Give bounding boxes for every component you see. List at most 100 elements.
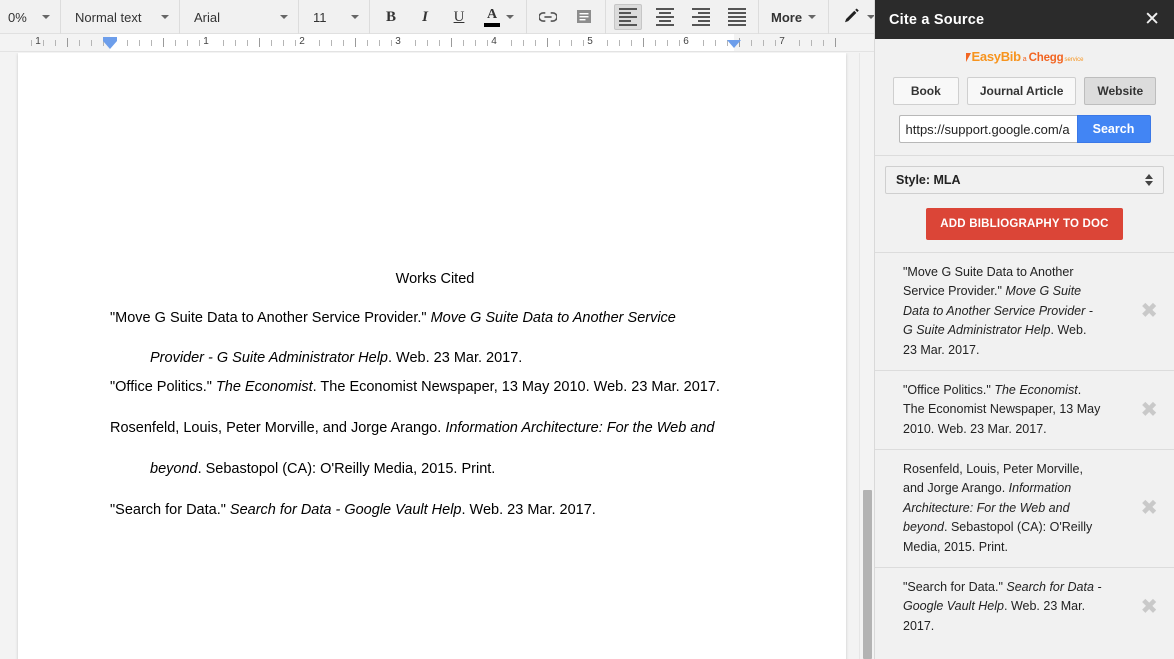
link-icon (539, 10, 557, 24)
ruler-tick (559, 40, 560, 46)
ruler-tick (703, 40, 704, 46)
document-heading: Works Cited (110, 271, 760, 288)
works-cited-entry-1: "Move G Suite Data to Another Service Pr… (110, 310, 760, 367)
entry-3-text-plain-1: Rosenfeld, Louis, Peter Morville, and Jo… (110, 420, 445, 436)
remove-citation-icon[interactable]: ✖ (1140, 498, 1158, 519)
citation-list-item[interactable]: Rosenfeld, Louis, Peter Morville, and Jo… (875, 449, 1174, 567)
insert-comment-button[interactable] (571, 4, 597, 30)
remove-citation-icon[interactable]: ✖ (1140, 399, 1158, 420)
ruler-tick (775, 40, 776, 46)
right-indent-marker[interactable] (727, 40, 741, 48)
text-color-letter: A (487, 8, 497, 22)
citation-text: "Move G Suite Data to Another Service Pr… (903, 263, 1103, 360)
ruler-tick (451, 38, 452, 47)
first-line-indent-marker[interactable] (103, 37, 117, 41)
align-right-button[interactable] (688, 4, 714, 30)
editor-vertical-scrollbar[interactable] (859, 53, 874, 659)
citation-list-item[interactable]: "Search for Data." Search for Data - Goo… (875, 567, 1174, 646)
bold-button[interactable]: B (378, 4, 404, 30)
entry-1-text-plain-1: "Move G Suite Data to Another Service Pr… (110, 310, 431, 326)
text-color-button[interactable]: A (480, 4, 518, 30)
ruler-tick (799, 40, 800, 46)
align-center-button[interactable] (652, 4, 678, 30)
ruler-tick (655, 40, 656, 46)
document-content[interactable]: Works Cited "Move G Suite Data to Anothe… (110, 271, 760, 531)
citation-list-item[interactable]: "Move G Suite Data to Another Service Pr… (875, 252, 1174, 370)
add-bibliography-to-doc-button[interactable]: ADD BIBLIOGRAPHY TO DOC (926, 208, 1122, 240)
font-size-dropdown[interactable]: 11 (303, 4, 365, 30)
ruler-tick (823, 40, 824, 46)
ruler-number: 5 (587, 36, 593, 47)
ruler-tick (679, 40, 680, 46)
underline-button[interactable]: U (446, 4, 472, 30)
ruler-tick (355, 38, 356, 47)
toolbar-group-paragraph-style: Normal text (61, 0, 180, 34)
ruler-number: 3 (395, 36, 401, 47)
close-icon[interactable]: ✕ (1144, 10, 1160, 29)
ruler-tick (535, 40, 536, 46)
ruler-tick (583, 40, 584, 46)
align-left-button[interactable] (614, 4, 642, 30)
more-options-button[interactable]: More (771, 4, 816, 30)
works-cited-entry-2: "Office Politics." The Economist. The Ec… (110, 379, 760, 396)
ruler-tick (439, 40, 440, 46)
editor-toolbar: 0% Normal text Arial 11 (0, 0, 874, 34)
font-family-dropdown[interactable]: Arial (184, 4, 294, 30)
document-editor: 0% Normal text Arial 11 (0, 0, 874, 659)
easybib-logo: EasyBibaCheggservice (875, 39, 1174, 73)
toolbar-group-insert (527, 0, 606, 34)
paragraph-style-dropdown[interactable]: Normal text (65, 4, 175, 30)
ruler-tick (43, 40, 44, 46)
easybib-mark-icon (966, 53, 971, 62)
ruler-tick (235, 40, 236, 46)
document-ruler[interactable]: 11234567 (0, 34, 874, 52)
logo-easybib-text: EasyBib (972, 49, 1021, 64)
ruler-tick (55, 40, 56, 46)
logo-chegg-text: Chegg (1029, 52, 1064, 64)
editing-mode-button[interactable] (839, 4, 874, 30)
tab-journal-article[interactable]: Journal Article (967, 77, 1077, 105)
align-justify-button[interactable] (724, 4, 750, 30)
insert-link-button[interactable] (535, 4, 561, 30)
toolbar-group-font-size: 11 (299, 0, 370, 34)
entry-1-text-plain-2: . Web. 23 Mar. 2017. (388, 350, 522, 366)
ruler-tick (187, 40, 188, 46)
left-indent-marker[interactable] (103, 41, 117, 49)
toolbar-group-editing-mode (829, 0, 874, 34)
sidebar-header: Cite a Source ✕ (875, 0, 1174, 39)
entry-3-text-italic-2: beyond (150, 461, 198, 477)
ruler-tick (547, 38, 548, 47)
ruler-tick (67, 38, 68, 47)
citation-text: "Search for Data." Search for Data - Goo… (903, 578, 1103, 636)
entry-4-text-italic-1: Search for Data - Google Vault Help (230, 502, 462, 518)
logo-lockup: EasyBibaCheggservice (966, 49, 1084, 64)
tab-book[interactable]: Book (893, 77, 959, 105)
text-color-icon: A (484, 8, 500, 27)
ruler-tick (31, 40, 32, 46)
citation-2-plain-1: "Office Politics." (903, 383, 994, 397)
logo-a-text: a (1023, 56, 1027, 63)
entry-1-line-2: Provider - G Suite Administrator Help. W… (110, 350, 760, 367)
zoom-level-dropdown[interactable]: 0% (4, 4, 56, 30)
citation-list-item[interactable]: "Office Politics." The Economist. The Ec… (875, 370, 1174, 449)
ruler-tick (751, 40, 752, 46)
zoom-level-value: 0% (8, 10, 27, 25)
remove-citation-icon[interactable]: ✖ (1140, 301, 1158, 322)
tab-website[interactable]: Website (1084, 77, 1156, 105)
search-input[interactable] (899, 115, 1077, 143)
search-button[interactable]: Search (1077, 115, 1151, 143)
entry-3-text-italic-1: Information Architecture: For the Web an… (445, 420, 714, 436)
citation-style-select[interactable]: Style: MLA (885, 166, 1164, 194)
ruler-tick (487, 40, 488, 46)
ruler-number: 1 (35, 36, 41, 47)
italic-button[interactable]: I (412, 4, 438, 30)
toolbar-group-font: Arial (180, 0, 299, 34)
editor-scrollbar-thumb[interactable] (863, 490, 872, 659)
citation-text: "Office Politics." The Economist. The Ec… (903, 381, 1103, 439)
chevron-down-icon (867, 15, 874, 19)
ruler-tick (271, 40, 272, 46)
remove-citation-icon[interactable]: ✖ (1140, 596, 1158, 617)
ruler-tick (223, 40, 224, 46)
ruler-tick (631, 40, 632, 46)
font-size-value: 11 (313, 10, 327, 25)
